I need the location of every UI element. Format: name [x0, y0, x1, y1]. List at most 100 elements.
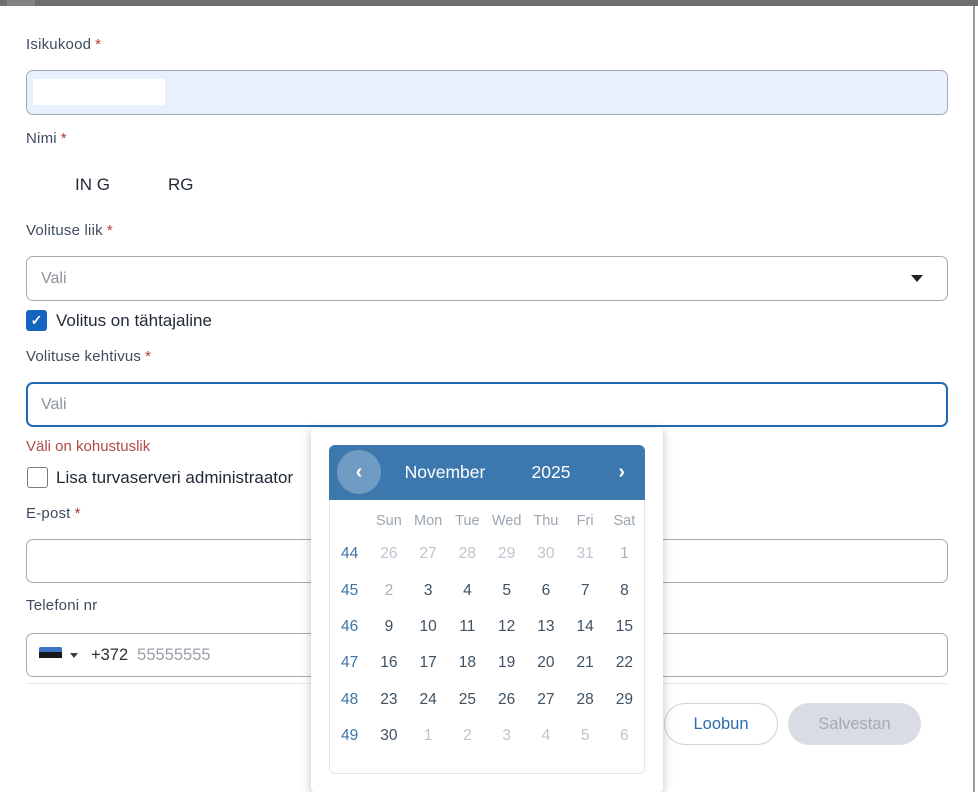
weekday-label: Fri: [566, 513, 605, 529]
calendar-day: 29: [487, 545, 526, 563]
calendar-week-row: 442627282930311: [330, 536, 644, 572]
chevron-down-icon: [70, 653, 78, 658]
volituse-liik-label: Volituse liik*: [26, 222, 113, 239]
name-value-part1: IN G: [75, 175, 110, 195]
week-number: 48: [330, 691, 369, 709]
week-number: 45: [330, 582, 369, 600]
calendar-day[interactable]: 30: [369, 727, 408, 745]
calendar-day[interactable]: 27: [526, 691, 565, 709]
date-placeholder: Vali: [41, 396, 67, 414]
calendar-day: 2: [448, 727, 487, 745]
select-placeholder: Vali: [41, 270, 67, 288]
calendar-day[interactable]: 5: [487, 582, 526, 600]
calendar-week-row: 4823242526272829: [330, 682, 644, 718]
calendar-day[interactable]: 13: [526, 618, 565, 636]
weekday-label: Thu: [526, 513, 565, 529]
calendar-day: 3: [487, 727, 526, 745]
volituse-kehtivus-label: Volituse kehtivus*: [26, 348, 151, 365]
calendar-week-row: 4716171819202122: [330, 645, 644, 681]
nimi-label: Nimi*: [26, 130, 67, 147]
calendar-day[interactable]: 29: [605, 691, 644, 709]
calendar-month[interactable]: November: [375, 445, 515, 500]
calendar-day[interactable]: 6: [526, 582, 565, 600]
epost-label: E-post*: [26, 505, 81, 522]
calendar-year[interactable]: 2025: [516, 445, 586, 500]
calendar-day: 2: [369, 582, 408, 600]
turvaserver-checkbox[interactable]: [27, 467, 48, 488]
validation-error: Väli on kohustuslik: [26, 438, 150, 455]
name-value-part2: RG: [168, 175, 194, 195]
checkmark-icon: ✓: [31, 312, 43, 329]
volituse-liik-select[interactable]: Vali: [26, 256, 948, 301]
calendar-grid: SunMonTueWedThuFriSat 442627282930311452…: [329, 500, 645, 774]
calendar-day[interactable]: 4: [448, 582, 487, 600]
isikukood-label-text: Isikukood: [26, 36, 91, 53]
volituse-liik-label-text: Volituse liik: [26, 222, 103, 239]
tahtajaline-checkbox[interactable]: ✓: [26, 310, 47, 331]
calendar-week-row: 469101112131415: [330, 609, 644, 645]
calendar-week-row: 452345678: [330, 572, 644, 608]
weekday-label: Tue: [448, 513, 487, 529]
telefon-label: Telefoni nr: [26, 597, 97, 614]
required-asterisk: *: [75, 505, 81, 522]
isikukood-label: Isikukood*: [26, 36, 101, 53]
calendar-day[interactable]: 25: [448, 691, 487, 709]
calendar-week-row: 4930123456: [330, 718, 644, 754]
calendar-day[interactable]: 12: [487, 618, 526, 636]
calendar-day[interactable]: 8: [605, 582, 644, 600]
chevron-down-icon: [911, 275, 923, 282]
calendar-day[interactable]: 11: [448, 618, 487, 636]
calendar-day[interactable]: 17: [409, 654, 448, 672]
weekday-label: Sat: [605, 513, 644, 529]
calendar-day[interactable]: 9: [369, 618, 408, 636]
epost-label-text: E-post: [26, 505, 71, 522]
calendar-day[interactable]: 16: [369, 654, 408, 672]
country-code: +372: [91, 646, 128, 665]
calendar-day: 1: [605, 545, 644, 563]
next-month-button[interactable]: ›: [612, 445, 631, 500]
calendar-day[interactable]: 23: [369, 691, 408, 709]
authorization-form-page: Isikukood* Nimi* IN G RG Volituse liik* …: [0, 0, 978, 792]
weekday-label: Wed: [487, 513, 526, 529]
tahtajaline-checkbox-label[interactable]: Volitus on tähtajaline: [56, 311, 212, 331]
calendar-day: 26: [369, 545, 408, 563]
calendar-day: 27: [409, 545, 448, 563]
calendar-day[interactable]: 22: [605, 654, 644, 672]
calendar-day: 5: [566, 727, 605, 745]
calendar-day[interactable]: 15: [605, 618, 644, 636]
week-number: 47: [330, 654, 369, 672]
required-asterisk: *: [95, 36, 101, 53]
calendar-day: 1: [409, 727, 448, 745]
calendar-grid-body: 4426272829303114523456784691011121314154…: [330, 536, 644, 754]
volituse-kehtivus-label-text: Volituse kehtivus: [26, 348, 141, 365]
calendar-day[interactable]: 24: [409, 691, 448, 709]
required-asterisk: *: [61, 130, 67, 147]
calendar-weekday-row: SunMonTueWedThuFriSat: [330, 506, 644, 536]
save-button[interactable]: Salvestan: [788, 703, 921, 745]
chevron-left-icon: ‹: [356, 461, 363, 484]
estonia-flag-icon[interactable]: [39, 647, 62, 663]
chevron-right-icon: ›: [618, 461, 625, 484]
cancel-button[interactable]: Loobun: [664, 703, 778, 745]
week-number: 49: [330, 727, 369, 745]
calendar-day: 4: [526, 727, 565, 745]
calendar-day[interactable]: 21: [566, 654, 605, 672]
calendar-day[interactable]: 18: [448, 654, 487, 672]
calendar-day[interactable]: 10: [409, 618, 448, 636]
window-right-edge: [973, 6, 975, 792]
calendar-day[interactable]: 7: [566, 582, 605, 600]
calendar-day: 31: [566, 545, 605, 563]
calendar-day[interactable]: 3: [409, 582, 448, 600]
volituse-kehtivus-input[interactable]: Vali: [26, 382, 948, 427]
calendar-day[interactable]: 19: [487, 654, 526, 672]
calendar-day[interactable]: 28: [566, 691, 605, 709]
turvaserver-checkbox-label[interactable]: Lisa turvaserveri administraator: [56, 468, 293, 488]
calendar-day[interactable]: 20: [526, 654, 565, 672]
phone-placeholder: 55555555: [137, 646, 210, 665]
calendar-day[interactable]: 14: [566, 618, 605, 636]
required-asterisk: *: [107, 222, 113, 239]
week-number: 44: [330, 545, 369, 563]
required-asterisk: *: [145, 348, 151, 365]
calendar-day[interactable]: 26: [487, 691, 526, 709]
window-tab-notch: [7, 0, 35, 6]
